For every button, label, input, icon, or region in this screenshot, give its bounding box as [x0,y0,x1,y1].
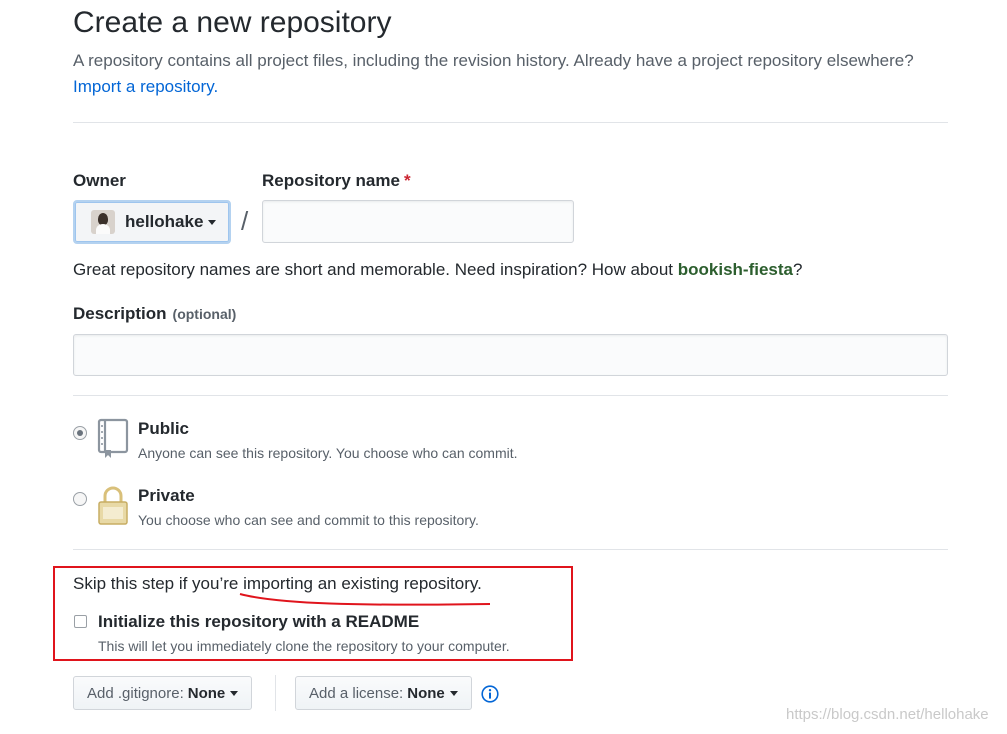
name-hint-end: ? [793,260,803,279]
license-label: Add a license: [309,684,404,702]
public-note: Anyone can see this repository. You choo… [138,445,518,461]
skip-step-text: Skip this step if you’re importing an ex… [73,574,482,593]
import-repository-link[interactable]: Import a repository. [73,77,218,97]
header-divider [73,122,948,123]
name-hint-text: Great repository names are short and mem… [73,260,674,279]
readme-checkbox[interactable] [74,615,87,628]
footer-divider [275,675,276,711]
name-suggestion-link[interactable]: bookish-fiesta [678,260,793,279]
public-radio[interactable] [73,426,87,440]
public-title: Public [138,419,190,438]
owner-name: hellohake [125,212,204,231]
avatar [91,210,115,234]
repo-name-label-text: Repository name [262,171,400,190]
description-label: Description (optional) [73,304,236,324]
repo-name-label: Repository name * [262,171,411,191]
private-radio[interactable] [73,492,87,506]
required-mark: * [403,171,411,190]
license-select-button[interactable]: Add a license: None [295,676,472,710]
page-subtitle: A repository contains all project files,… [73,51,914,70]
readme-label: Initialize this repository with a README [98,612,420,631]
readme-note: This will let you immediately clone the … [98,638,510,654]
visibility-top-divider [73,395,948,396]
watermark-text: https://blog.csdn.net/hellohake [786,706,989,723]
owner-select-button[interactable]: hellohake [73,200,231,244]
caret-down-icon [230,690,239,696]
private-note: You choose who can see and commit to thi… [138,512,479,528]
optional-tag: (optional) [172,306,237,322]
private-title: Private [138,486,195,505]
repository-name-input[interactable] [262,200,574,243]
gitignore-label: Add .gitignore: [87,684,184,702]
owner-label: Owner [73,171,126,190]
info-icon[interactable] [481,685,499,703]
description-label-text: Description [73,304,167,323]
visibility-bottom-divider [73,549,948,550]
repo-book-icon [97,418,129,458]
name-hint: Great repository names are short and mem… [73,260,802,280]
gitignore-value: None [187,684,226,702]
caret-down-icon [449,690,458,696]
lock-icon [98,486,128,525]
underline-annotation [239,593,491,606]
gitignore-select-button[interactable]: Add .gitignore: None [73,676,253,710]
page-title: Create a new repository [73,6,392,39]
license-value: None [407,684,445,702]
description-input[interactable] [73,334,948,376]
owner-repo-separator: / [241,206,249,236]
caret-down-icon [208,219,217,225]
